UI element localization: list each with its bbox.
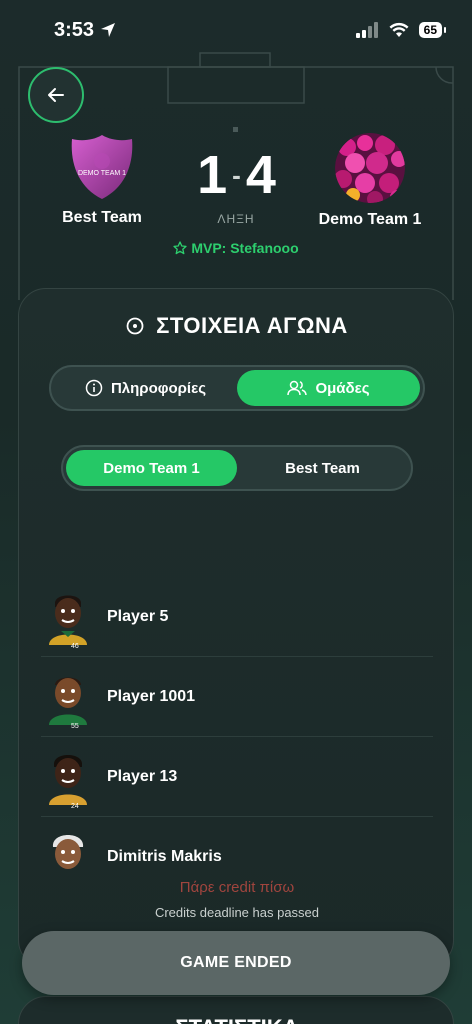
- player-name: Player 1001: [107, 687, 196, 705]
- users-icon: [287, 380, 308, 396]
- battery-indicator: 65: [418, 22, 447, 38]
- credit-deadline-note: Credits deadline has passed: [154, 905, 320, 920]
- stats-title-text: ΣΤΑΤΙΣΤΙΚΑ: [175, 1015, 298, 1024]
- info-tabs: Πληροφορίες Ομάδες: [49, 365, 425, 411]
- status-bar: 3:53 65: [0, 0, 472, 60]
- player-name: Player 13: [107, 767, 178, 785]
- away-score: 4: [245, 145, 276, 205]
- arrow-left-icon: [48, 88, 64, 102]
- home-team[interactable]: DEMO TEAM 1 Best Team: [50, 133, 154, 227]
- team-flower-logo: [335, 133, 405, 203]
- target-icon: [126, 317, 144, 335]
- player-name: Player 5: [107, 607, 169, 625]
- stats-card: ΣΤΑΤΙΣΤΙΚΑ: [18, 996, 454, 1024]
- score-separator: -: [232, 159, 241, 190]
- match-details-card: ΣΤΟΙΧΕΙΑ ΑΓΩΝΑ Πληροφορίες Ομάδες Demo T…: [18, 288, 454, 968]
- tab-info-label: Πληροφορίες: [110, 379, 207, 397]
- list-item[interactable]: Player 13 24: [41, 737, 433, 817]
- mvp-text: MVP: Stefanooo: [191, 240, 299, 256]
- stats-title: ΣΤΑΤΙΣΤΙΚΑ: [19, 1015, 455, 1024]
- player-avatar: [49, 595, 87, 645]
- home-score: 1: [197, 145, 227, 205]
- cellular-signal-icon: [355, 22, 378, 38]
- back-button[interactable]: [28, 67, 84, 123]
- mvp-label[interactable]: MVP: Stefanooo: [0, 240, 472, 256]
- card-title-text: ΣΤΟΙΧΕΙΑ ΑΓΩΝΑ: [156, 313, 348, 338]
- get-credit-back-link[interactable]: Πάρε credit πίσω: [19, 879, 453, 896]
- player-avatar: [49, 677, 87, 725]
- away-team-name: Demo Team 1: [318, 211, 422, 228]
- player-list: Player 5 46 Player 1001 55 Player 13 24 …: [41, 577, 433, 897]
- match-status: ΛΗΞΗ: [217, 212, 255, 226]
- list-item[interactable]: Player 5 46: [41, 577, 433, 657]
- player-number: 24: [71, 803, 79, 810]
- away-team[interactable]: Demo Team 1: [312, 133, 428, 229]
- tab-teams[interactable]: Ομάδες: [237, 370, 420, 406]
- wifi-icon: [389, 22, 409, 37]
- player-number: 46: [71, 643, 79, 650]
- shield-text: DEMO TEAM 1: [78, 170, 126, 177]
- list-item[interactable]: Player 1001 55: [41, 657, 433, 737]
- team-shield-logo: DEMO TEAM 1: [71, 135, 133, 199]
- card-title: ΣΤΟΙΧΕΙΑ ΑΓΩΝΑ: [19, 313, 453, 339]
- player-avatar: [52, 835, 84, 869]
- team-tab-best-team[interactable]: Best Team: [237, 450, 408, 486]
- home-team-name: Best Team: [62, 209, 142, 226]
- team-selector: Demo Team 1 Best Team: [61, 445, 413, 491]
- status-indicators: 65: [355, 22, 447, 38]
- tab-teams-label: Ομάδες: [315, 379, 370, 397]
- player-avatar: [49, 754, 87, 805]
- tab-info[interactable]: Πληροφορίες: [54, 370, 237, 406]
- star-icon: [173, 241, 187, 255]
- team-tab-demo-team-1[interactable]: Demo Team 1: [66, 450, 237, 486]
- location-arrow-icon: [101, 23, 116, 37]
- info-icon: [85, 379, 103, 397]
- player-number: 55: [71, 723, 79, 730]
- game-ended-button[interactable]: GAME ENDED: [22, 931, 450, 995]
- score: 1 - 4: [186, 144, 286, 206]
- player-name: Dimitris Makris: [107, 848, 222, 865]
- status-time: 3:53: [54, 19, 116, 42]
- clock: 3:53: [54, 18, 95, 41]
